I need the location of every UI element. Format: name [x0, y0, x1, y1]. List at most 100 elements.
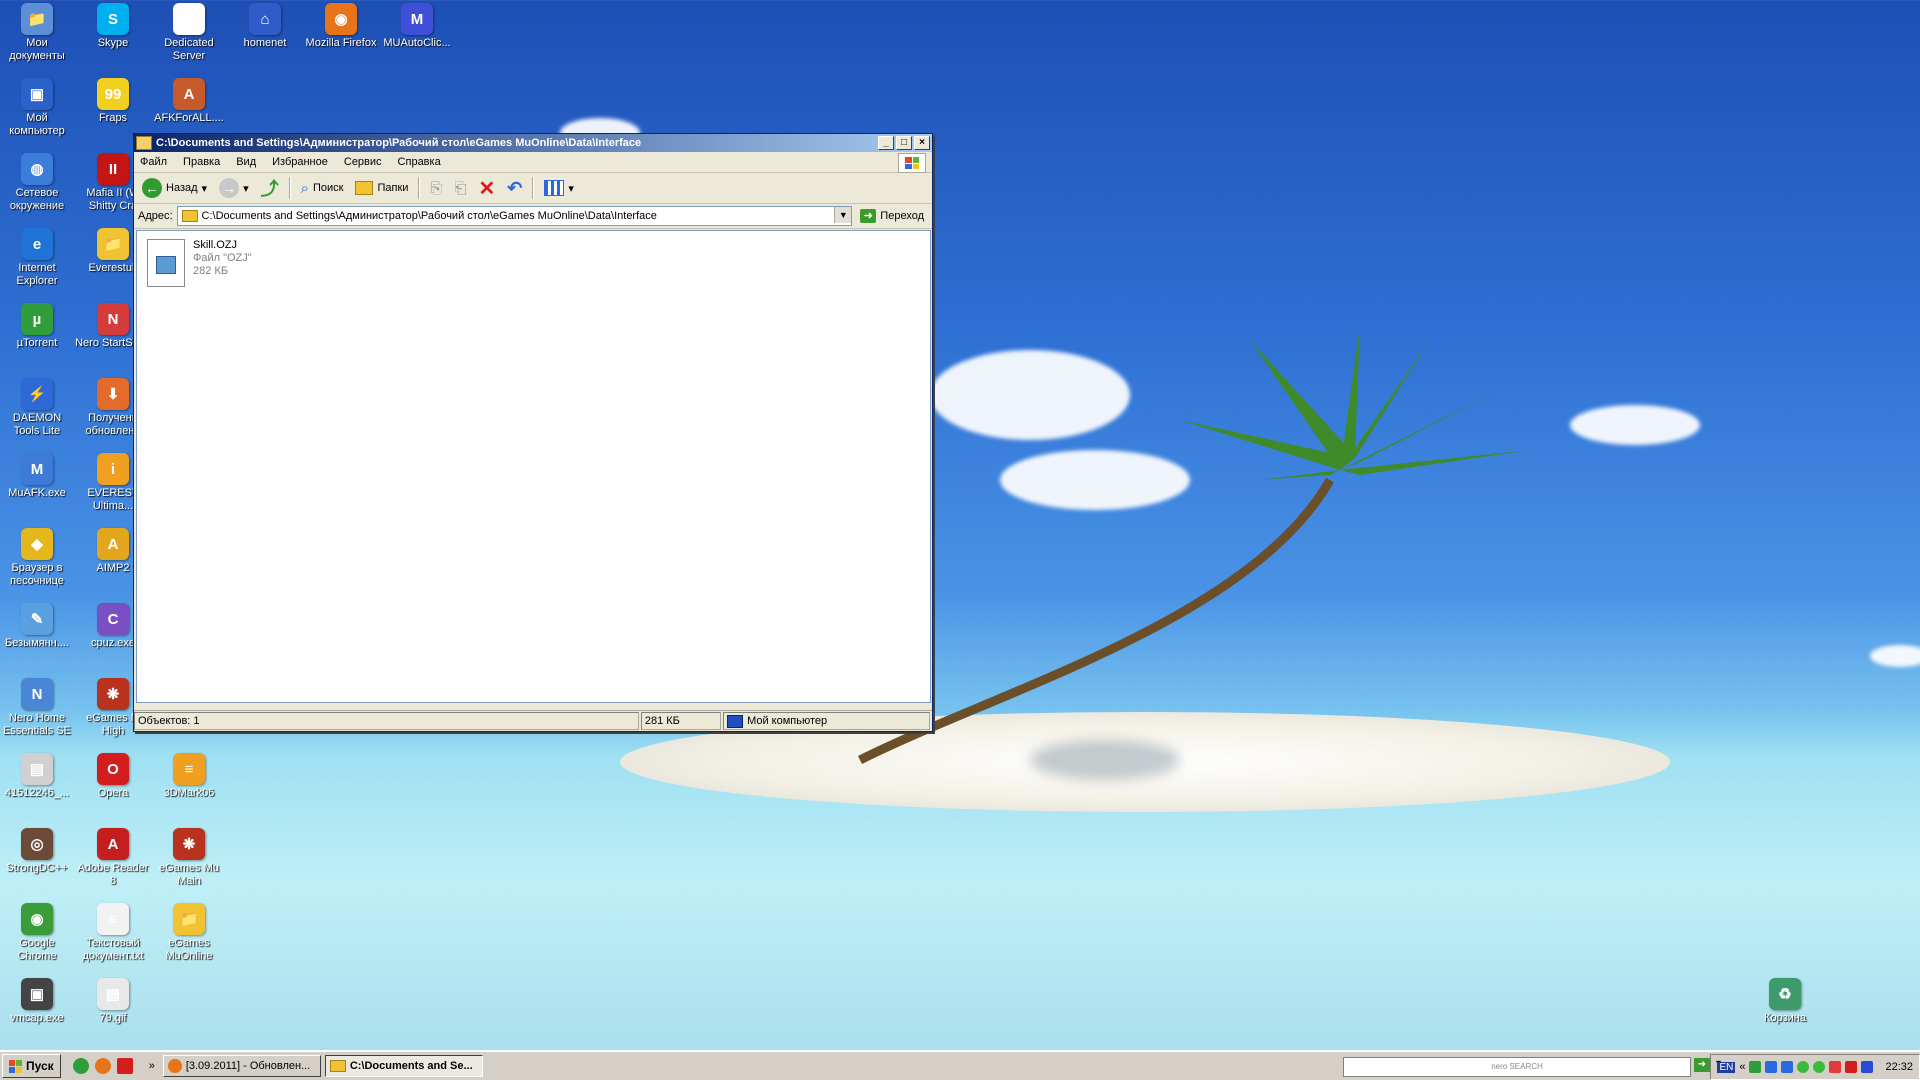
- task-button-update[interactable]: [3.09.2011] - Обновлен...: [162, 1055, 321, 1077]
- up-folder-button[interactable]: ⤴: [257, 173, 283, 203]
- desktop-icon[interactable]: ◎ StrongDC++: [0, 828, 75, 875]
- minimize-button[interactable]: _: [878, 136, 894, 150]
- nero-search-field[interactable]: nero SEARCH: [1343, 1057, 1691, 1077]
- desktop-icon[interactable]: µ µTorrent: [0, 303, 75, 350]
- language-indicator[interactable]: EN: [1717, 1061, 1736, 1073]
- app-icon: ≡: [173, 753, 205, 785]
- start-button[interactable]: Пуск: [2, 1054, 61, 1078]
- taskbar: Пуск » [3.09.2011] - Обновлен... C:\Docu…: [0, 1050, 1920, 1080]
- maximize-button[interactable]: □: [896, 136, 912, 150]
- firefox-icon[interactable]: [94, 1058, 111, 1074]
- clock[interactable]: 22:32: [1885, 1061, 1913, 1073]
- windows-logo-icon: [898, 153, 926, 173]
- desktop-icon[interactable]: A AFKForALL....: [151, 78, 227, 125]
- app-icon: O: [97, 753, 129, 785]
- app-tray-icon[interactable]: [1861, 1061, 1874, 1073]
- forward-button[interactable]: → ▾: [215, 176, 253, 200]
- desktop-icon[interactable]: ⌂ homenet: [227, 3, 303, 50]
- app-icon[interactable]: [116, 1058, 133, 1074]
- chevron-down-icon[interactable]: ▾: [243, 182, 249, 195]
- desktop-icon[interactable]: 99 Fraps: [75, 78, 151, 125]
- chevron-right-icon[interactable]: »: [149, 1060, 155, 1072]
- status-size-text: 281 КБ: [644, 715, 680, 727]
- chevron-down-icon[interactable]: ▾: [202, 182, 208, 195]
- desktop-icon[interactable]: ◉ Mozilla Firefox: [303, 3, 379, 50]
- desktop-icon-label: Мой компьютер: [9, 112, 65, 137]
- desktop-icon[interactable]: A Adobe Reader 8: [75, 828, 151, 888]
- desktop-icon[interactable]: ⚡ DAEMON Tools Lite: [0, 378, 75, 438]
- file-list-area[interactable]: Skill.OZJ Файл "OZJ" 282 КБ: [136, 230, 931, 703]
- list-item[interactable]: Skill.OZJ Файл "OZJ" 282 КБ: [147, 239, 252, 287]
- task-button-explorer[interactable]: C:\Documents and Se...: [324, 1055, 483, 1077]
- folder-icon: [355, 181, 374, 195]
- app-tray-icon[interactable]: [1829, 1061, 1842, 1073]
- menu-file[interactable]: Файл: [140, 156, 167, 168]
- desktop-icon[interactable]: ❋ eGames Mu Main: [151, 828, 227, 888]
- desktop-icon[interactable]: ≡ Текстовый документ.txt: [75, 903, 151, 963]
- desktop-icon[interactable]: e Internet Explorer: [0, 228, 75, 288]
- app-icon: A: [97, 528, 129, 560]
- go-arrow-icon[interactable]: ➜: [1694, 1058, 1710, 1072]
- desktop-icon[interactable]: N Nero Home Essentials SE: [0, 678, 75, 738]
- app-icon: 📁: [173, 903, 205, 935]
- copy-to-button[interactable]: ⎗: [450, 178, 470, 199]
- app-tray-icon[interactable]: [1845, 1061, 1858, 1073]
- app-tray-icon[interactable]: [1797, 1061, 1810, 1073]
- desktop-icon[interactable]: ▣ vmcap.exe: [0, 978, 75, 1025]
- folder-icon: [136, 136, 152, 150]
- menu-help[interactable]: Справка: [398, 156, 441, 168]
- menu-favorites[interactable]: Избранное: [272, 156, 328, 168]
- menu-tools[interactable]: Сервис: [344, 156, 382, 168]
- utorrent-icon[interactable]: [72, 1058, 89, 1074]
- desktop-icon-label: Сетевое окружение: [9, 187, 65, 212]
- app-icon: N: [21, 678, 53, 710]
- chevron-down-icon[interactable]: ▼: [834, 207, 852, 223]
- chevron-down-icon[interactable]: ▾: [568, 182, 574, 195]
- app-icon: A: [97, 828, 129, 860]
- desktop-icon[interactable]: ◆ Браузер в песочнице: [0, 528, 75, 588]
- menu-edit[interactable]: Правка: [183, 156, 220, 168]
- utorrent-tray-icon[interactable]: [1749, 1061, 1762, 1073]
- app-icon: ❋: [173, 828, 205, 860]
- app-icon: ⌂: [249, 3, 281, 35]
- desktop-icon[interactable]: ♻ Корзина: [1747, 978, 1823, 1025]
- delete-button[interactable]: ✕: [474, 174, 499, 203]
- desktop-icon[interactable]: M MuAFK.exe: [0, 453, 75, 500]
- desktop-icon[interactable]: O Opera: [75, 753, 151, 800]
- desktop-icon-label: Mozilla Firefox: [305, 37, 377, 49]
- desktop-icon-label: StrongDC++: [6, 862, 68, 874]
- undo-button[interactable]: ↶: [503, 176, 526, 201]
- back-button[interactable]: ← Назад ▾: [138, 176, 211, 200]
- desktop-icon[interactable]: 📁 Мои документы: [0, 3, 75, 63]
- go-button[interactable]: ➜ Переход: [856, 209, 928, 223]
- explorer-window[interactable]: C:\Documents and Settings\Администратор\…: [133, 133, 933, 732]
- desktop-icon[interactable]: M MUAutoClic...: [379, 3, 455, 50]
- desktop-icon[interactable]: ◉ Google Chrome: [0, 903, 75, 963]
- desktop-icon[interactable]: ▤ 79.gif: [75, 978, 151, 1025]
- desktop-icon[interactable]: ▣ Мой компьютер: [0, 78, 75, 138]
- address-field[interactable]: C:\Documents and Settings\Администратор\…: [176, 206, 853, 226]
- close-button[interactable]: ×: [914, 136, 930, 150]
- app-tray-icon[interactable]: [1813, 1061, 1826, 1073]
- desktop-icon[interactable]: ◍ Сетевое окружение: [0, 153, 75, 213]
- search-button[interactable]: ⌕ Поиск: [297, 178, 348, 199]
- app-icon: i: [97, 453, 129, 485]
- address-label: Адрес:: [138, 210, 173, 222]
- menu-view[interactable]: Вид: [236, 156, 256, 168]
- views-button[interactable]: ▾: [540, 178, 578, 198]
- desktop-icon[interactable]: ▭ Dedicated Server: [151, 3, 227, 63]
- monitor-icon[interactable]: [1781, 1061, 1794, 1073]
- desktop-icon[interactable]: ≡ 3DMark06: [151, 753, 227, 800]
- window-titlebar[interactable]: C:\Documents and Settings\Администратор\…: [134, 134, 932, 152]
- network-icon[interactable]: [1765, 1061, 1778, 1073]
- chevron-left-icon[interactable]: «: [1739, 1061, 1745, 1073]
- desktop-icon[interactable]: ▤ 41512246_...: [0, 753, 75, 800]
- desktop-icon[interactable]: 📁 eGames MuOnline: [151, 903, 227, 963]
- move-to-button[interactable]: ⎘: [426, 178, 446, 199]
- nero-search-label: nero SEARCH: [1491, 1062, 1543, 1071]
- folders-button[interactable]: Папки: [351, 179, 412, 197]
- app-icon: ♻: [1769, 978, 1801, 1010]
- copy-to-icon: ⎗: [454, 179, 467, 197]
- desktop-icon[interactable]: S Skype: [75, 3, 151, 50]
- desktop-icon[interactable]: ✎ Безымянн....: [0, 603, 75, 650]
